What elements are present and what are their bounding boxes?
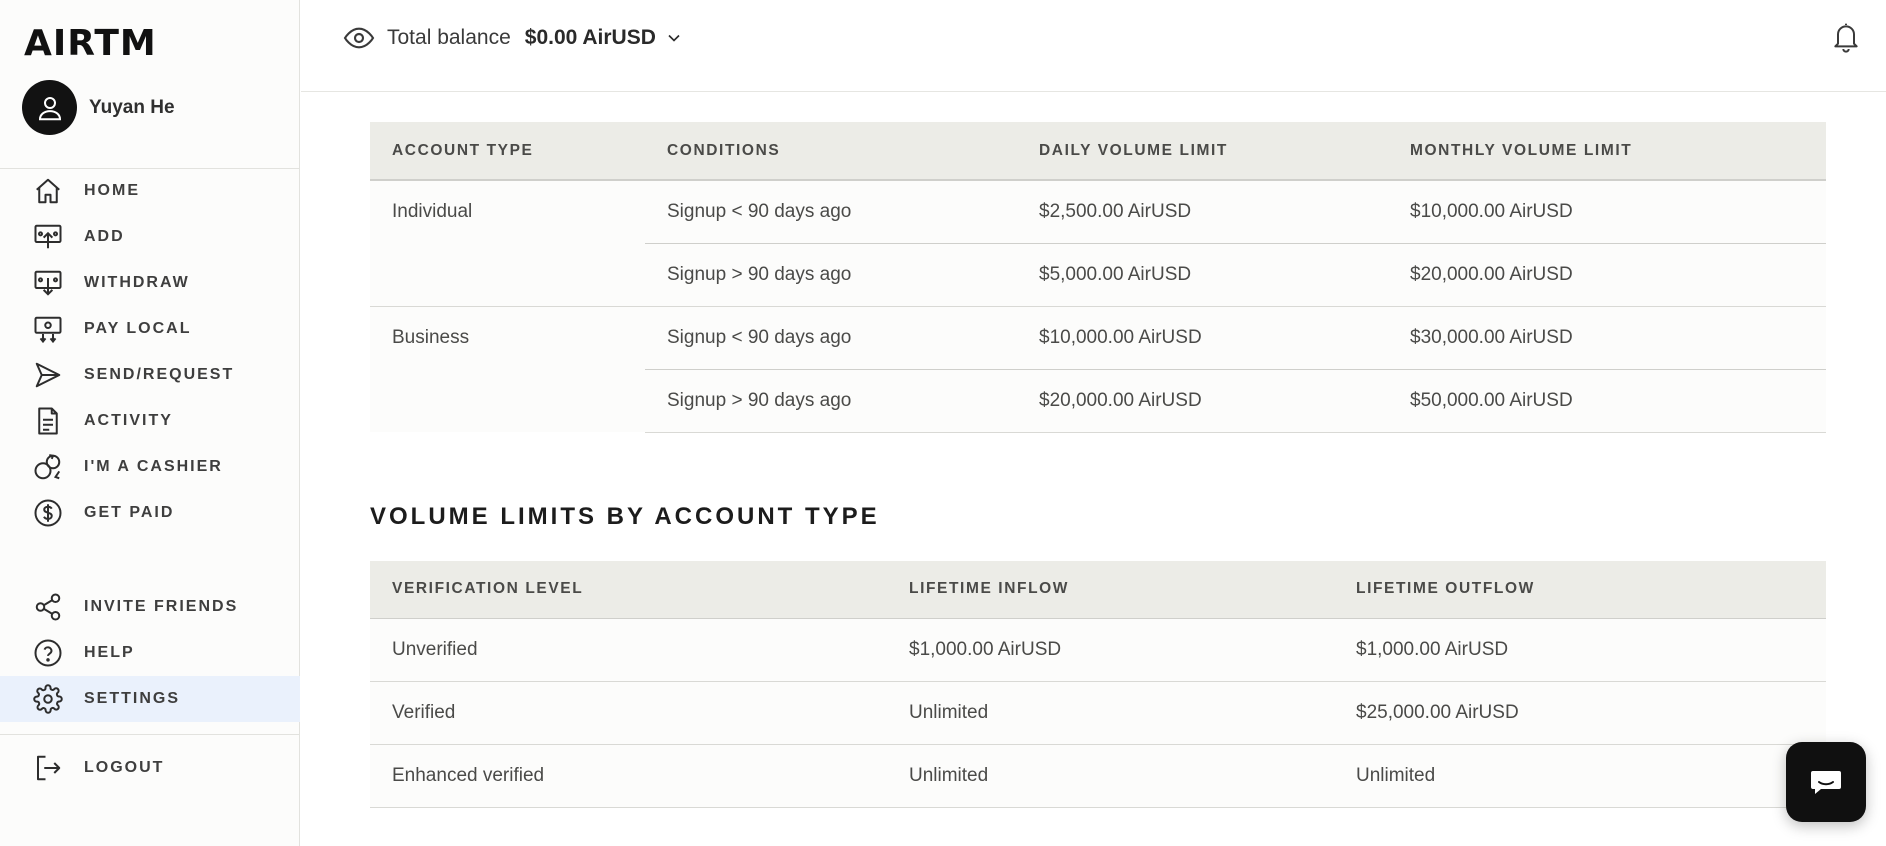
lifetime-inflow-cell: Unlimited	[887, 681, 1334, 745]
table-header-row: ACCOUNT TYPE CONDITIONS DAILY VOLUME LIM…	[370, 122, 1826, 180]
balance-value[interactable]: $0.00 AirUSD	[525, 26, 656, 50]
table-row: Verified Unlimited $25,000.00 AirUSD	[370, 681, 1826, 745]
lifetime-outflow-cell: $25,000.00 AirUSD	[1334, 681, 1826, 745]
user-profile[interactable]: Yuyan He	[22, 80, 175, 135]
app-root: AIRTM Yuyan He HOME ADD WITHDRAW PAY LOC…	[0, 0, 1886, 846]
sidebar-item-activity[interactable]: ACTIVITY	[0, 398, 300, 444]
balance-label: Total balance	[387, 26, 511, 49]
help-icon	[33, 636, 67, 670]
main-content: ACCOUNT TYPE CONDITIONS DAILY VOLUME LIM…	[370, 122, 1826, 808]
user-name: Yuyan He	[89, 96, 175, 118]
notifications-bell-icon[interactable]	[1830, 20, 1862, 59]
table-row: Individual Signup < 90 days ago $2,500.0…	[370, 180, 1826, 306]
account-type-cell: Individual	[370, 180, 645, 306]
chevron-down-icon[interactable]	[664, 28, 684, 48]
table-row: Enhanced verified Unlimited Unlimited	[370, 744, 1826, 808]
monthly-limit-cell: $20,000.00 AirUSD	[1388, 242, 1826, 306]
sidebar-item-label: WITHDRAW	[84, 274, 190, 291]
table-row: Unverified $1,000.00 AirUSD $1,000.00 Ai…	[370, 618, 1826, 682]
sidebar-item-send-request[interactable]: SEND/REQUEST	[0, 352, 300, 398]
sidebar-item-withdraw[interactable]: WITHDRAW	[0, 260, 300, 306]
sidebar-item-label: INVITE FRIENDS	[84, 598, 239, 615]
cashier-icon	[33, 450, 67, 484]
monthly-limit-cell: $50,000.00 AirUSD	[1388, 368, 1826, 433]
gear-icon	[33, 682, 67, 716]
home-icon	[33, 174, 67, 208]
withdraw-icon	[33, 266, 67, 300]
eye-icon[interactable]	[343, 22, 375, 54]
sidebar-item-label: HELP	[84, 644, 135, 661]
table-row: Business Signup < 90 days ago $10,000.00…	[370, 305, 1826, 432]
sidebar-item-label: GET PAID	[84, 504, 175, 521]
lifetime-inflow-cell: $1,000.00 AirUSD	[887, 618, 1334, 682]
column-header: MONTHLY VOLUME LIMIT	[1410, 141, 1633, 159]
lifetime-outflow-cell: $1,000.00 AirUSD	[1334, 618, 1826, 682]
sidebar-divider	[0, 734, 300, 735]
section-title: VOLUME LIMITS BY ACCOUNT TYPE	[370, 502, 880, 530]
add-funds-icon	[33, 220, 67, 254]
sidebar-item-label: SETTINGS	[84, 690, 181, 707]
sidebar: AIRTM Yuyan He HOME ADD WITHDRAW PAY LOC…	[0, 0, 300, 846]
total-balance[interactable]: Total balance $0.00 AirUSD	[343, 22, 684, 54]
lifetime-inflow-cell: Unlimited	[887, 744, 1334, 808]
share-icon	[33, 590, 67, 624]
limits-table: ACCOUNT TYPE CONDITIONS DAILY VOLUME LIM…	[370, 122, 1826, 433]
sidebar-item-label: HOME	[84, 182, 140, 199]
account-type-cell: Business	[370, 305, 645, 432]
table-header-row: VERIFICATION LEVEL LIFETIME INFLOW LIFET…	[370, 560, 1826, 619]
column-header: ACCOUNT TYPE	[392, 141, 534, 159]
send-icon	[33, 358, 67, 392]
sidebar-item-invite-friends[interactable]: INVITE FRIENDS	[0, 584, 300, 630]
logout-icon	[33, 751, 67, 785]
pay-local-icon	[33, 312, 67, 346]
column-header: LIFETIME OUTFLOW	[1356, 580, 1535, 598]
daily-limit-cell: $10,000.00 AirUSD	[1017, 305, 1388, 369]
column-header: VERIFICATION LEVEL	[392, 580, 584, 598]
verification-level-cell: Enhanced verified	[370, 744, 887, 808]
chat-button[interactable]	[1786, 742, 1866, 822]
sidebar-item-label: I'M A CASHIER	[84, 458, 223, 475]
monthly-limit-cell: $10,000.00 AirUSD	[1388, 180, 1826, 243]
user-icon	[38, 96, 61, 120]
column-header: CONDITIONS	[667, 141, 781, 159]
sidebar-item-home[interactable]: HOME	[0, 168, 300, 214]
condition-cell: Signup < 90 days ago	[645, 305, 1017, 369]
sidebar-item-help[interactable]: HELP	[0, 630, 300, 676]
top-header: Total balance $0.00 AirUSD	[301, 0, 1886, 92]
sidebar-item-get-paid[interactable]: GET PAID	[0, 490, 300, 536]
sidebar-item-cashier[interactable]: I'M A CASHIER	[0, 444, 300, 490]
sidebar-item-logout[interactable]: LOGOUT	[0, 745, 300, 791]
chat-icon	[1809, 767, 1843, 797]
sidebar-item-settings[interactable]: SETTINGS	[0, 676, 300, 722]
condition-cell: Signup > 90 days ago	[645, 242, 1017, 306]
column-header: LIFETIME INFLOW	[909, 580, 1070, 598]
volume-limits-table: VERIFICATION LEVEL LIFETIME INFLOW LIFET…	[370, 560, 1826, 808]
daily-limit-cell: $2,500.00 AirUSD	[1017, 180, 1388, 243]
sidebar-item-pay-local[interactable]: PAY LOCAL	[0, 306, 300, 352]
sidebar-item-label: SEND/REQUEST	[84, 366, 235, 383]
daily-limit-cell: $5,000.00 AirUSD	[1017, 242, 1388, 306]
sidebar-item-label: PAY LOCAL	[84, 320, 192, 337]
condition-cell: Signup < 90 days ago	[645, 180, 1017, 243]
lifetime-outflow-cell: Unlimited	[1334, 744, 1826, 808]
airtm-logo[interactable]: AIRTM	[24, 26, 157, 62]
document-icon	[33, 404, 67, 438]
sidebar-item-label: ACTIVITY	[84, 412, 173, 429]
verification-level-cell: Verified	[370, 681, 887, 745]
avatar[interactable]	[22, 80, 77, 135]
column-header: DAILY VOLUME LIMIT	[1039, 141, 1228, 159]
daily-limit-cell: $20,000.00 AirUSD	[1017, 368, 1388, 433]
sidebar-item-label: LOGOUT	[84, 759, 165, 776]
sidebar-item-label: ADD	[84, 228, 125, 245]
dollar-icon	[33, 496, 67, 530]
condition-cell: Signup > 90 days ago	[645, 368, 1017, 433]
monthly-limit-cell: $30,000.00 AirUSD	[1388, 305, 1826, 369]
verification-level-cell: Unverified	[370, 618, 887, 682]
sidebar-item-add[interactable]: ADD	[0, 214, 300, 260]
